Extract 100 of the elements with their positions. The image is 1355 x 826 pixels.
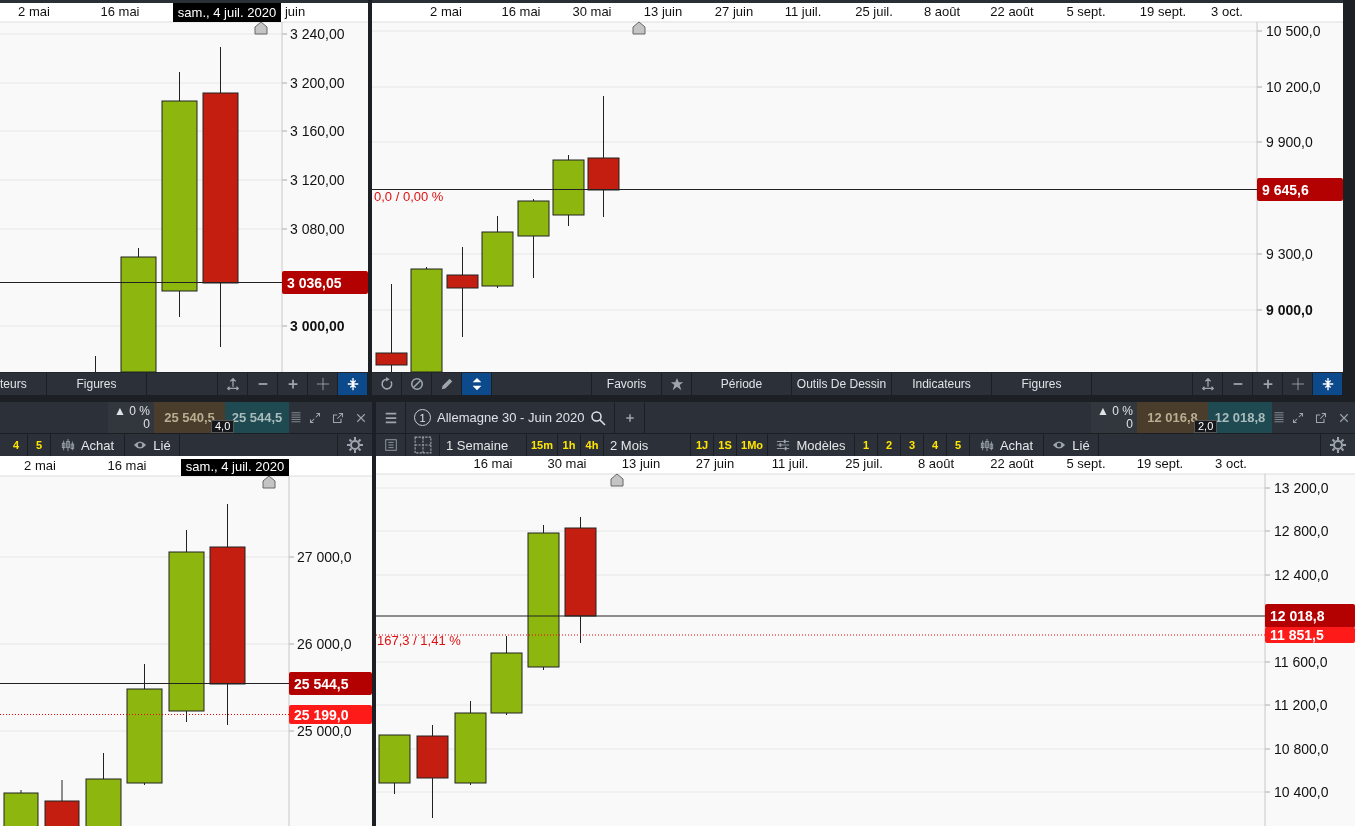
time-axis-label: 8 août bbox=[917, 456, 955, 471]
vertical-fit-button[interactable] bbox=[338, 373, 368, 395]
pencil-icon bbox=[439, 377, 454, 391]
price-chart[interactable]: 2 mai 16 mai 30 mai 13 juin 27 juin 11 juil. 25 juil. 8 août 22 août 5 sept. 19 sept. 3 oct. 0,0 / 0,00 % 10 500,0 10 200,0 9 900,0 9 300,0 9 000,0 9 645,6 bbox=[372, 0, 1343, 372]
price-axis-label: 3 080,00 bbox=[290, 221, 345, 237]
time-axis-label: 2 mai bbox=[18, 4, 50, 19]
menu-icon bbox=[383, 410, 398, 425]
price-tag: 3 036,05 bbox=[282, 271, 368, 294]
price-axis-label: 27 000,0 bbox=[297, 549, 352, 565]
cursor-date-label: sam., 4 juil. 2020 bbox=[181, 459, 289, 476]
candlestick-icon bbox=[60, 438, 75, 452]
price-axis-label: 10 500,0 bbox=[1266, 23, 1321, 39]
candlestick bbox=[3, 789, 39, 826]
time-axis-label: 30 mai bbox=[547, 456, 587, 471]
layout-grid-icon bbox=[413, 436, 432, 454]
up-down-arrows-button[interactable] bbox=[462, 373, 492, 395]
time-axis-label: 8 août bbox=[923, 4, 961, 19]
time-axis-label: 5 sept. bbox=[1066, 456, 1106, 471]
price-chart[interactable]: 2 mai 16 mai sam., 4 juil. 2020 juin 3 240,00 3 200,00 3 160,00 3 120,00 3 080,00 3 000,00 3 036,05 bbox=[0, 0, 368, 372]
depth-meter-icon bbox=[290, 411, 302, 424]
time-axis-label: 16 mai bbox=[501, 4, 541, 19]
time-axis-label: 25 juil. bbox=[845, 456, 883, 471]
change-points: 0 bbox=[1126, 417, 1133, 431]
settings-icon bbox=[347, 437, 363, 453]
close-icon bbox=[1337, 411, 1350, 424]
time-axis-label: 30 mai bbox=[572, 4, 612, 19]
candle-wick bbox=[95, 355, 96, 372]
time-axis-label: juin bbox=[284, 4, 306, 19]
price-axis-label: 11 600,0 bbox=[1274, 654, 1328, 670]
list-icon bbox=[383, 438, 398, 452]
time-axis-label: 27 juin bbox=[695, 456, 735, 471]
crosshair-icon bbox=[1290, 377, 1305, 391]
refresh-icon bbox=[379, 377, 394, 391]
pop-out-icon bbox=[1314, 411, 1327, 424]
time-axis-label: 19 sept. bbox=[1139, 4, 1187, 19]
price-axis-label: 10 200,0 bbox=[1266, 79, 1321, 95]
price-tag: 12 018,8 bbox=[1265, 604, 1355, 628]
time-axis-label: 13 juin bbox=[621, 456, 661, 471]
time-axis-label: 5 sept. bbox=[1066, 4, 1106, 19]
time-axis-label: 2 mai bbox=[430, 4, 462, 19]
price-axis-label: 26 000,0 bbox=[297, 636, 352, 652]
time-axis-label: 16 mai bbox=[473, 456, 513, 471]
time-axis-label: 13 juin bbox=[643, 4, 683, 19]
time-axis-label: 25 juil. bbox=[855, 4, 893, 19]
candlestick bbox=[378, 734, 411, 795]
candlestick bbox=[44, 779, 80, 826]
price-axis-label: 9 300,0 bbox=[1266, 246, 1313, 262]
price-tag: 25 199,0 bbox=[289, 705, 372, 724]
price-axis-label: 9 000,0 bbox=[1266, 302, 1313, 318]
price-tag: 9 645,6 bbox=[1257, 178, 1343, 201]
candlestick-icon bbox=[979, 438, 994, 452]
price-axis-label: 3 160,00 bbox=[290, 123, 345, 139]
time-axis-label: 22 août bbox=[990, 456, 1034, 471]
axis-move-icon bbox=[225, 377, 240, 391]
axis-move-icon bbox=[1200, 377, 1215, 391]
price-axis-label: 3 120,00 bbox=[290, 172, 345, 188]
vertical-fit-button[interactable] bbox=[1313, 373, 1343, 395]
settings-icon bbox=[1330, 437, 1346, 453]
spread-label: 2,0 bbox=[1194, 420, 1218, 433]
star-icon bbox=[669, 377, 684, 391]
time-axis-label: 22 août bbox=[990, 4, 1034, 19]
expand-icon bbox=[1291, 411, 1304, 424]
time-axis-label: 3 oct. bbox=[1215, 456, 1247, 471]
price-axis-label: 3 000,00 bbox=[290, 318, 345, 334]
price-axis-label: 10 800,0 bbox=[1274, 741, 1329, 757]
zoom-in-icon bbox=[623, 411, 636, 424]
price-axis-label: 12 800,0 bbox=[1274, 523, 1329, 539]
spread-label: 4,0 bbox=[211, 420, 235, 433]
time-axis-label: 2 mai bbox=[24, 458, 56, 473]
price-axis-label: 3 240,00 bbox=[290, 26, 345, 42]
vertical-fit-icon bbox=[1320, 377, 1335, 391]
time-axis-label: 16 mai bbox=[100, 4, 140, 19]
price-axis-label: 12 400,0 bbox=[1274, 567, 1329, 583]
price-chart[interactable]: 2 mai 16 mai sam., 4 juil. 2020 27 000,0 26 000,0 25 000,0 25 544,5 25 199,0 bbox=[0, 456, 372, 826]
price-axis-label: 9 900,0 bbox=[1266, 134, 1313, 150]
close-icon bbox=[354, 411, 367, 424]
crosshair-icon bbox=[315, 377, 330, 391]
price-axis-label: 25 000,0 bbox=[297, 723, 352, 739]
price-axis-label: 3 200,00 bbox=[290, 75, 345, 91]
price-axis-label: 10 400,0 bbox=[1274, 784, 1329, 800]
instrument-selector[interactable]: 1 Allemagne 30 - Juin 2020 bbox=[406, 402, 616, 433]
ban-icon bbox=[409, 377, 424, 391]
depth-meter-icon bbox=[1273, 411, 1285, 424]
time-axis-label: 11 juil. bbox=[784, 4, 822, 19]
price-tag: 11 851,5 bbox=[1265, 627, 1355, 643]
change-points: 0 bbox=[143, 417, 150, 431]
time-axis-label: 16 mai bbox=[107, 458, 147, 473]
time-axis-label: 11 juil. bbox=[771, 456, 809, 471]
pop-out-icon bbox=[331, 411, 344, 424]
price-chart[interactable]: 16 mai 30 mai 13 juin 27 juin 11 juil. 25 juil. 8 août 22 août 5 sept. 19 sept. 3 oct. 167,3 / 1,41 % 13 200,0 12 800,0 12 400,0 11 600,0 11 200,0 10 800,0 10 400,0 12 018,8 11 851,5 bbox=[376, 456, 1355, 826]
change-percent: ▲ 0 % bbox=[1097, 404, 1133, 418]
price-change-label: 0,0 / 0,00 % bbox=[374, 189, 444, 204]
expand-icon bbox=[308, 411, 321, 424]
change-percent: ▲ 0 % bbox=[114, 404, 150, 418]
time-axis-label: 3 oct. bbox=[1211, 4, 1243, 19]
menu-button[interactable]: teurs bbox=[0, 373, 47, 395]
time-axis-label: 19 sept. bbox=[1136, 456, 1184, 471]
instrument-title: Allemagne 30 - Juin 2020 bbox=[437, 410, 585, 425]
cursor-date-label: sam., 4 juil. 2020 bbox=[173, 3, 281, 22]
price-axis-label: 11 200,0 bbox=[1274, 697, 1328, 713]
